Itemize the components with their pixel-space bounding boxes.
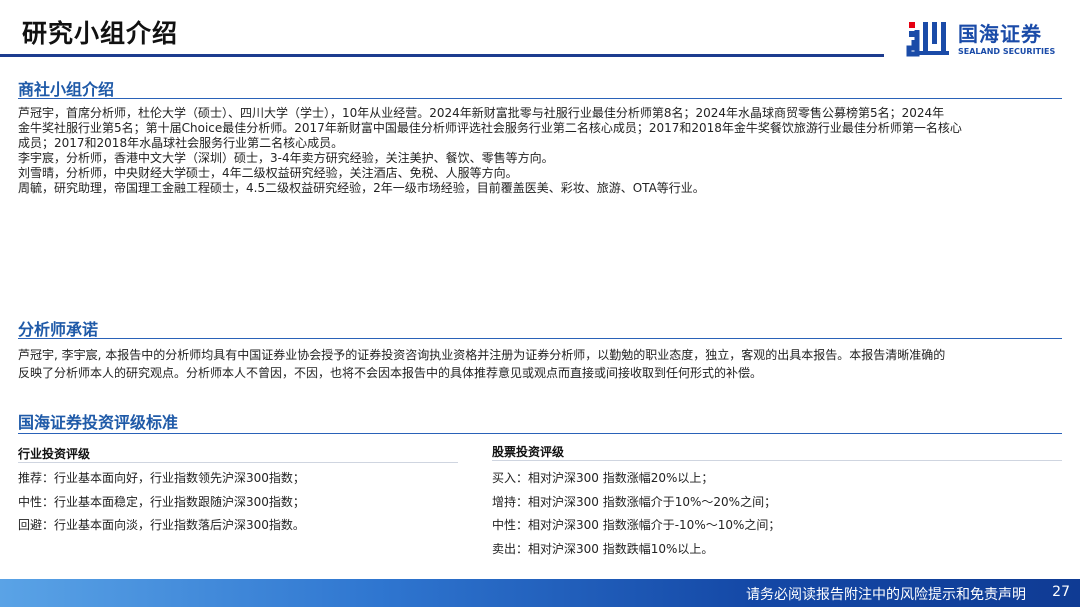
industry-rating-divider [18, 462, 458, 463]
list-item: 中性：行业基本面稳定，行业指数跟随沪深300指数； [18, 494, 305, 509]
page-number: 27 [1052, 584, 1070, 600]
team-heading: 商社小组介绍 [18, 80, 115, 99]
commitment-heading: 分析师承诺 [18, 320, 99, 339]
brand-logo: 国海证券 SEALAND SECURITIES [906, 18, 1066, 62]
commitment-text: 芦冠宇, 李宇宸, 本报告中的分析师均具有中国证券业协会授予的证券投资咨询执业资… [18, 346, 1068, 382]
team-line: 成员；2017和2018年水晶球社会服务行业第二名核心成员。 [18, 136, 344, 150]
footer-disclaimer: 请务必阅读报告附注中的风险提示和免责声明 [746, 587, 1026, 603]
team-line: 刘雪晴，分析师，中央财经大学硕士，4年二级权益研究经验，关注酒店、免税、人服等方… [18, 166, 518, 180]
page-title: 研究小组介绍 [22, 19, 179, 48]
team-line: 李宇宸，分析师，香港中文大学（深圳）硕士，3-4年卖方研究经验，关注美护、餐饮、… [18, 151, 554, 165]
commitment-line: 芦冠宇, 李宇宸, 本报告中的分析师均具有中国证券业协会授予的证券投资咨询执业资… [18, 348, 946, 362]
list-item: 买入：相对沪深300 指数涨幅20%以上； [492, 471, 714, 485]
list-item: 增持：相对沪深300 指数涨幅介于10%～20%之间； [492, 494, 777, 509]
rating-heading: 国海证券投资评级标准 [18, 413, 179, 432]
title-divider [0, 54, 884, 57]
list-item: 推荐：行业基本面向好，行业指数领先沪深300指数； [18, 471, 305, 485]
team-line: 芦冠宇，首席分析师，杜伦大学（硕士）、四川大学（学士），10年从业经营。2024… [18, 106, 945, 120]
logo-english-name: SEALAND SECURITIES [958, 47, 1056, 56]
team-intro: 芦冠宇，首席分析师，杜伦大学（硕士）、四川大学（学士），10年从业经营。2024… [18, 106, 1068, 196]
rating-divider [18, 433, 1062, 434]
commitment-divider [18, 338, 1062, 339]
commitment-line: 反映了分析师本人的研究观点。分析师本人不曾因，不因，也将不会因本报告中的具体推荐… [18, 366, 763, 380]
team-line: 周毓，研究助理，帝国理工金融工程硕士，4.5二级权益研究经验，2年一级市场经验，… [18, 181, 705, 195]
team-line: 金牛奖社服行业第5名；第十届Choice最佳分析师。2017年新财富中国最佳分析… [18, 121, 962, 135]
sealand-logo-icon [906, 22, 949, 57]
footer-bar: 请务必阅读报告附注中的风险提示和免责声明 27 [0, 579, 1080, 607]
list-item: 卖出：相对沪深300 指数跌幅10%以上。 [492, 541, 714, 556]
industry-rating-list: 推荐：行业基本面向好，行业指数领先沪深300指数； 中性：行业基本面稳定，行业指… [18, 467, 305, 538]
industry-rating-title: 行业投资评级 [18, 447, 91, 461]
list-item: 回避：行业基本面向淡，行业指数落后沪深300指数。 [18, 518, 305, 532]
stock-rating-list: 买入：相对沪深300 指数涨幅20%以上； 增持：相对沪深300 指数涨幅介于1… [492, 467, 780, 561]
stock-rating-divider [492, 460, 1062, 461]
list-item: 中性：相对沪深300 指数涨幅介于-10%～10%之间； [492, 518, 781, 532]
stock-rating-title: 股票投资评级 [492, 445, 565, 459]
team-divider [18, 98, 1062, 99]
logo-chinese-name: 国海证券 [958, 22, 1042, 46]
